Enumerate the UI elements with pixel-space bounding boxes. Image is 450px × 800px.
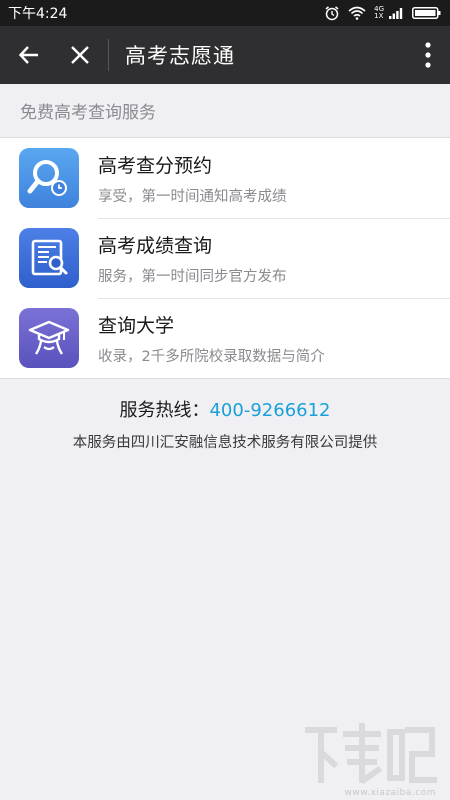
back-button[interactable] [0,26,58,84]
hotline-label: 服务热线： [119,400,210,421]
service-icon-tile [19,308,79,368]
service-hotline: 服务热线：400-9266612 [0,396,450,422]
status-time: 下午4:24 [8,6,68,22]
service-title: 查询大学 [98,314,175,337]
service-icon-tile [19,228,79,288]
service-subtitle: 收录，2千多所院校录取数据与简介 [98,348,325,365]
alarm-icon [325,6,339,21]
nav-divider [108,39,109,71]
wifi-icon [348,6,366,20]
nav-bar: 高考志愿通 [0,26,450,84]
service-subtitle: 服务，第一时间同步官方发布 [98,268,287,285]
battery-icon [412,7,441,19]
search-clock-icon [27,160,67,196]
more-vertical-icon [425,42,431,68]
service-item-score-reservation[interactable]: 高考查分预约 享受，第一时间通知高考成绩 [0,138,450,218]
service-icon-tile [19,148,79,208]
watermark-logo [305,723,437,785]
watermark-url: www.xiazaiba.com [344,788,436,798]
signal-icon [389,8,403,19]
close-button[interactable] [58,26,102,84]
status-icons: 4G 1X [324,5,442,21]
provider-text: 本服务由四川汇安融信息技术服务有限公司提供 [72,435,378,451]
service-list: 高考查分预约 享受，第一时间通知高考成绩 高考成绩查询 服务，第一时间同步官方发… [0,138,450,379]
service-text: 高考查分预约 享受，第一时间通知高考成绩 [98,151,287,206]
service-text: 查询大学 收录，2千多所院校录取数据与简介 [98,311,325,366]
service-title: 高考查分预约 [98,154,213,177]
status-bar: 下午4:24 4G 1X [0,0,450,26]
score-report-icon [31,239,68,276]
page-title: 高考志愿通 [125,44,235,68]
service-title: 高考成绩查询 [98,234,213,257]
section-header: 免费高考查询服务 [0,84,450,138]
service-item-university-query[interactable]: 查询大学 收录，2千多所院校录取数据与简介 [0,298,450,378]
more-menu-button[interactable] [406,26,450,84]
close-icon [71,46,89,64]
network-type-label: 4G 1X [374,5,384,20]
graduate-cap-icon [28,320,70,355]
arrow-left-icon [18,46,38,64]
service-text: 高考成绩查询 服务，第一时间同步官方发布 [98,231,287,286]
hotline-number-link[interactable]: 400-9266612 [209,400,330,421]
service-item-score-query[interactable]: 高考成绩查询 服务，第一时间同步官方发布 [0,218,450,298]
service-subtitle: 享受，第一时间通知高考成绩 [98,188,287,205]
